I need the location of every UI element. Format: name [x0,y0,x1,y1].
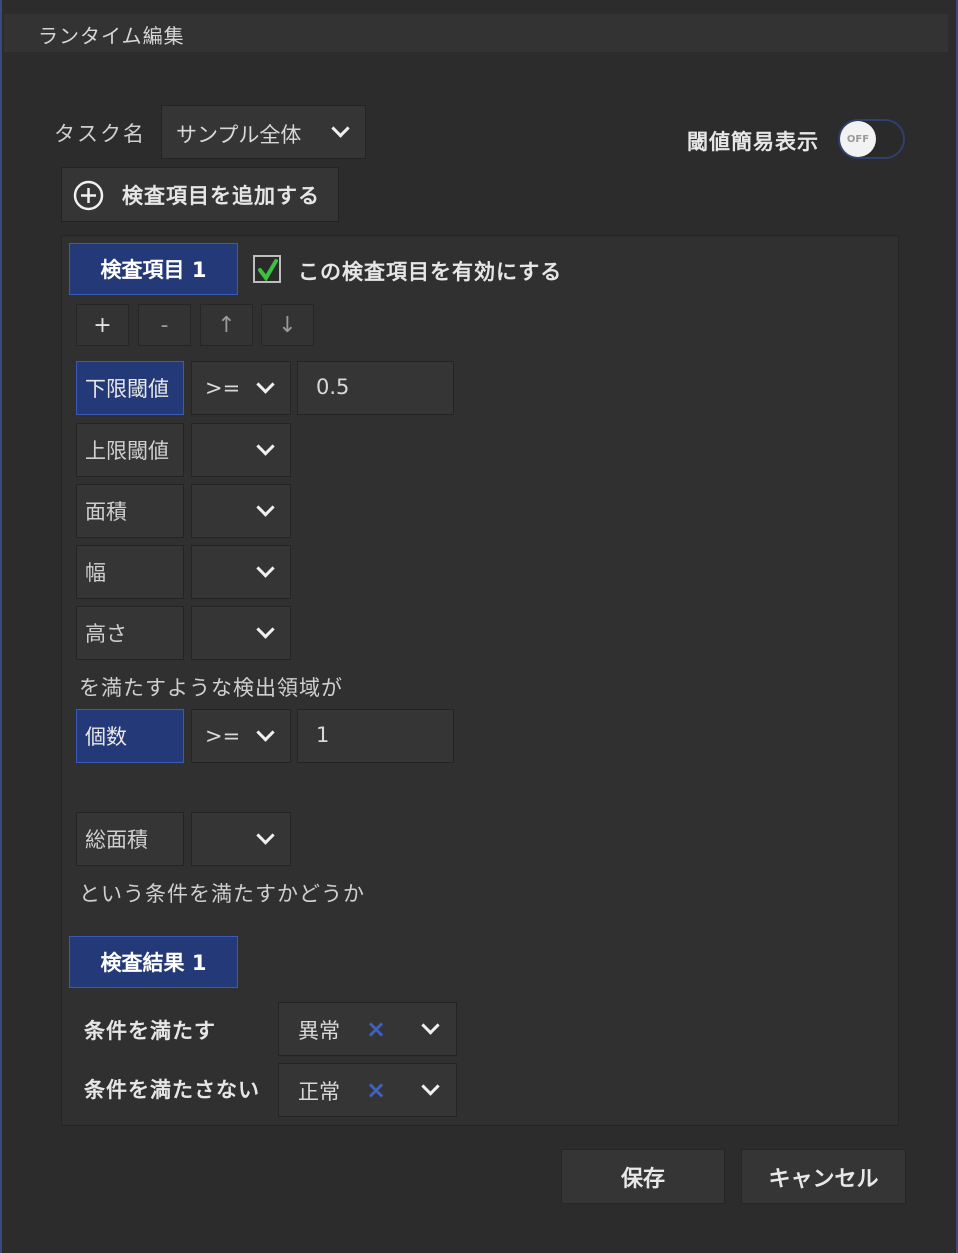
tab-inspection-result-label: 検査結果 1 [100,951,207,975]
chevron-down-icon [256,437,275,456]
condition-area[interactable]: 面積 [76,484,184,538]
threshold-simple-toggle[interactable]: OFF [838,119,905,159]
enable-item-checkbox[interactable] [253,255,281,283]
height-operator-select[interactable] [191,606,291,660]
save-button[interactable]: 保存 [561,1149,725,1204]
bottom-condition-text: という条件を満たすかどうか [79,882,365,906]
clear-icon[interactable]: × [366,1076,386,1104]
lower-threshold-value-input[interactable]: 0.5 [297,361,454,415]
add-inspection-item-button[interactable]: 検査項目を追加する [61,167,339,222]
count-value: 1 [316,723,330,747]
area-operator-select[interactable] [191,484,291,538]
task-name-label: タスク名 [54,122,146,146]
tab-inspection-item-1[interactable]: 検査項目 1 [69,243,238,295]
total-area-operator-select[interactable] [191,812,291,866]
threshold-simple-label: 閾値簡易表示 [687,130,819,154]
remove-condition-button[interactable]: - [138,304,191,346]
toggle-knob: OFF [840,121,876,157]
condition-total-area[interactable]: 総面積 [76,812,184,866]
cancel-button[interactable]: キャンセル [741,1149,906,1204]
dialog-frame: ランタイム編集 タスク名 サンプル全体 閾値簡易表示 OFF 検査項目を追加する… [0,0,958,1253]
chevron-down-icon [256,620,275,639]
width-operator-select[interactable] [191,545,291,599]
satisfied-result-value: 異常 [298,1019,340,1043]
tab-inspection-result-1[interactable]: 検査結果 1 [69,936,238,988]
unsatisfied-result-value: 正常 [298,1080,340,1104]
middle-condition-text: を満たすような検出領域が [79,676,343,700]
lower-threshold-value: 0.5 [316,375,350,399]
chevron-down-icon [256,559,275,578]
satisfied-result-select[interactable]: 異常 × [278,1002,457,1056]
count-operator-value: >= [205,724,241,748]
chevron-down-icon [256,498,275,517]
enable-item-label: この検査項目を有効にする [298,260,563,284]
checkmark-icon [258,259,278,282]
task-name-select[interactable]: サンプル全体 [161,105,366,159]
tab-inspection-item-label: 検査項目 1 [100,258,207,282]
move-down-button[interactable]: ↓ [261,304,314,346]
condition-count[interactable]: 個数 [76,709,184,763]
add-condition-button[interactable]: + [76,304,129,346]
plus-circle-icon [73,180,104,211]
chevron-down-icon [256,375,275,394]
chevron-down-icon [256,826,275,845]
lower-threshold-operator-select[interactable]: >= [191,361,291,415]
condition-width[interactable]: 幅 [76,545,184,599]
count-value-input[interactable]: 1 [297,709,454,763]
window-title: ランタイム編集 [4,14,948,52]
condition-height[interactable]: 高さ [76,606,184,660]
chevron-down-icon [331,119,350,138]
chevron-down-icon [421,1077,440,1096]
add-inspection-item-label: 検査項目を追加する [122,184,320,208]
toggle-state: OFF [846,133,870,145]
condition-lower-threshold[interactable]: 下限閾値 [76,361,184,415]
satisfied-label: 条件を満たす [84,1019,216,1043]
chevron-down-icon [421,1016,440,1035]
count-operator-select[interactable]: >= [191,709,291,763]
move-up-button[interactable]: ↑ [200,304,253,346]
task-name-value: サンプル全体 [176,123,302,147]
clear-icon[interactable]: × [366,1015,386,1043]
upper-threshold-operator-select[interactable] [191,423,291,477]
unsatisfied-result-select[interactable]: 正常 × [278,1063,457,1117]
lower-threshold-operator-value: >= [205,376,241,400]
unsatisfied-label: 条件を満たさない [84,1078,260,1102]
chevron-down-icon [256,723,275,742]
condition-upper-threshold[interactable]: 上限閾値 [76,423,184,477]
